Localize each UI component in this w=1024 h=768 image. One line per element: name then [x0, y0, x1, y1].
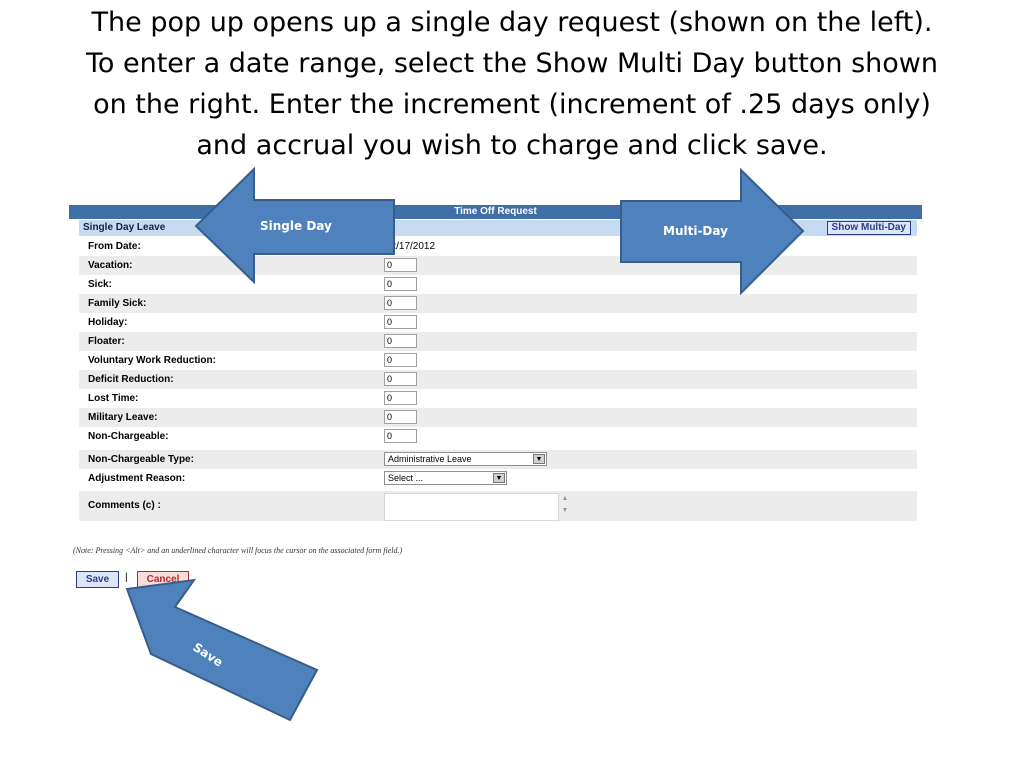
holiday-row: Holiday:: [79, 313, 917, 332]
sick-label: Sick:: [88, 279, 112, 290]
cancel-button[interactable]: Cancel: [137, 571, 189, 588]
holiday-label: Holiday:: [88, 317, 128, 328]
save-arrow: [125, 578, 319, 722]
save-button[interactable]: Save: [76, 571, 119, 588]
non-chargeable-type-value: Administrative Leave: [388, 454, 472, 464]
show-multi-day-button[interactable]: Show Multi-Day: [826, 221, 911, 235]
non-chargeable-type-select[interactable]: Administrative Leave ▼: [384, 452, 547, 466]
adjustment-reason-row: Adjustment Reason: Select ... ▼: [79, 469, 917, 488]
dropdown-arrow-icon[interactable]: ▼: [493, 473, 505, 483]
military-leave-input[interactable]: [384, 410, 417, 424]
deficit-reduction-input[interactable]: [384, 372, 417, 386]
save-callout-label: Save: [190, 640, 226, 670]
floater-row: Floater:: [79, 332, 917, 351]
multi-day-callout-label: Multi-Day: [663, 224, 728, 238]
non-chargeable-label: Non-Chargeable:: [88, 431, 169, 442]
voluntary-work-reduction-input[interactable]: [384, 353, 417, 367]
sick-row: Sick:: [79, 275, 917, 294]
slide-title: The pop up opens up a single day request…: [40, 2, 984, 166]
family-sick-label: Family Sick:: [88, 298, 147, 309]
deficit-reduction-row: Deficit Reduction:: [79, 370, 917, 389]
floater-label: Floater:: [88, 336, 125, 347]
single-day-leave-label: Single Day Leave: [83, 222, 166, 233]
button-separator: |: [125, 572, 128, 583]
adjustment-reason-value: Select ...: [388, 473, 424, 483]
form-header-bar: Single Day Leave Show Multi-Day: [79, 220, 917, 236]
vacation-label: Vacation:: [88, 260, 133, 271]
slide-title-line-4: and accrual you wish to charge and click…: [196, 130, 828, 161]
from-date-row: From Date: 12/17/2012: [79, 237, 917, 256]
from-date-value: 12/17/2012: [385, 241, 436, 252]
comments-textarea[interactable]: [384, 493, 559, 521]
non-chargeable-row: Non-Chargeable:: [79, 427, 917, 446]
adjustment-reason-select[interactable]: Select ... ▼: [384, 471, 507, 485]
from-date-label: From Date:: [88, 241, 141, 252]
slide-title-line-3: on the right. Enter the increment (incre…: [93, 89, 931, 120]
military-leave-label: Military Leave:: [88, 412, 158, 423]
adjustment-reason-label: Adjustment Reason:: [88, 473, 186, 484]
dropdown-arrow-icon[interactable]: ▼: [533, 454, 545, 464]
family-sick-input[interactable]: [384, 296, 417, 310]
deficit-reduction-label: Deficit Reduction:: [88, 374, 174, 385]
comments-label: Comments (c) :: [88, 500, 161, 511]
voluntary-work-reduction-row: Voluntary Work Reduction:: [79, 351, 917, 370]
lost-time-input[interactable]: [384, 391, 417, 405]
military-leave-row: Military Leave:: [79, 408, 917, 427]
slide-title-line-2: To enter a date range, select the Show M…: [85, 48, 939, 79]
slide-title-line-1: The pop up opens up a single day request…: [91, 7, 933, 38]
lost-time-label: Lost Time:: [88, 393, 139, 404]
floater-input[interactable]: [384, 334, 417, 348]
non-chargeable-type-row: Non-Chargeable Type: Administrative Leav…: [79, 450, 917, 469]
non-chargeable-type-label: Non-Chargeable Type:: [88, 454, 194, 465]
comments-scrollbar[interactable]: ▲ ▼: [559, 493, 571, 519]
keyboard-shortcut-note: (Note: Pressing <Alt> and an underlined …: [73, 546, 403, 555]
sick-input[interactable]: [384, 277, 417, 291]
holiday-input[interactable]: [384, 315, 417, 329]
comments-row: Comments (c) : ▲ ▼: [79, 491, 917, 521]
vacation-input[interactable]: [384, 258, 417, 272]
non-chargeable-input[interactable]: [384, 429, 417, 443]
single-day-callout-label: Single Day: [260, 219, 332, 233]
time-off-request-form: Time Off Request Single Day Leave Show M…: [69, 205, 922, 521]
vacation-row: Vacation:: [79, 256, 917, 275]
family-sick-row: Family Sick:: [79, 294, 917, 313]
form-title-bar: Time Off Request: [69, 205, 922, 219]
voluntary-work-reduction-label: Voluntary Work Reduction:: [88, 355, 216, 366]
lost-time-row: Lost Time:: [79, 389, 917, 408]
